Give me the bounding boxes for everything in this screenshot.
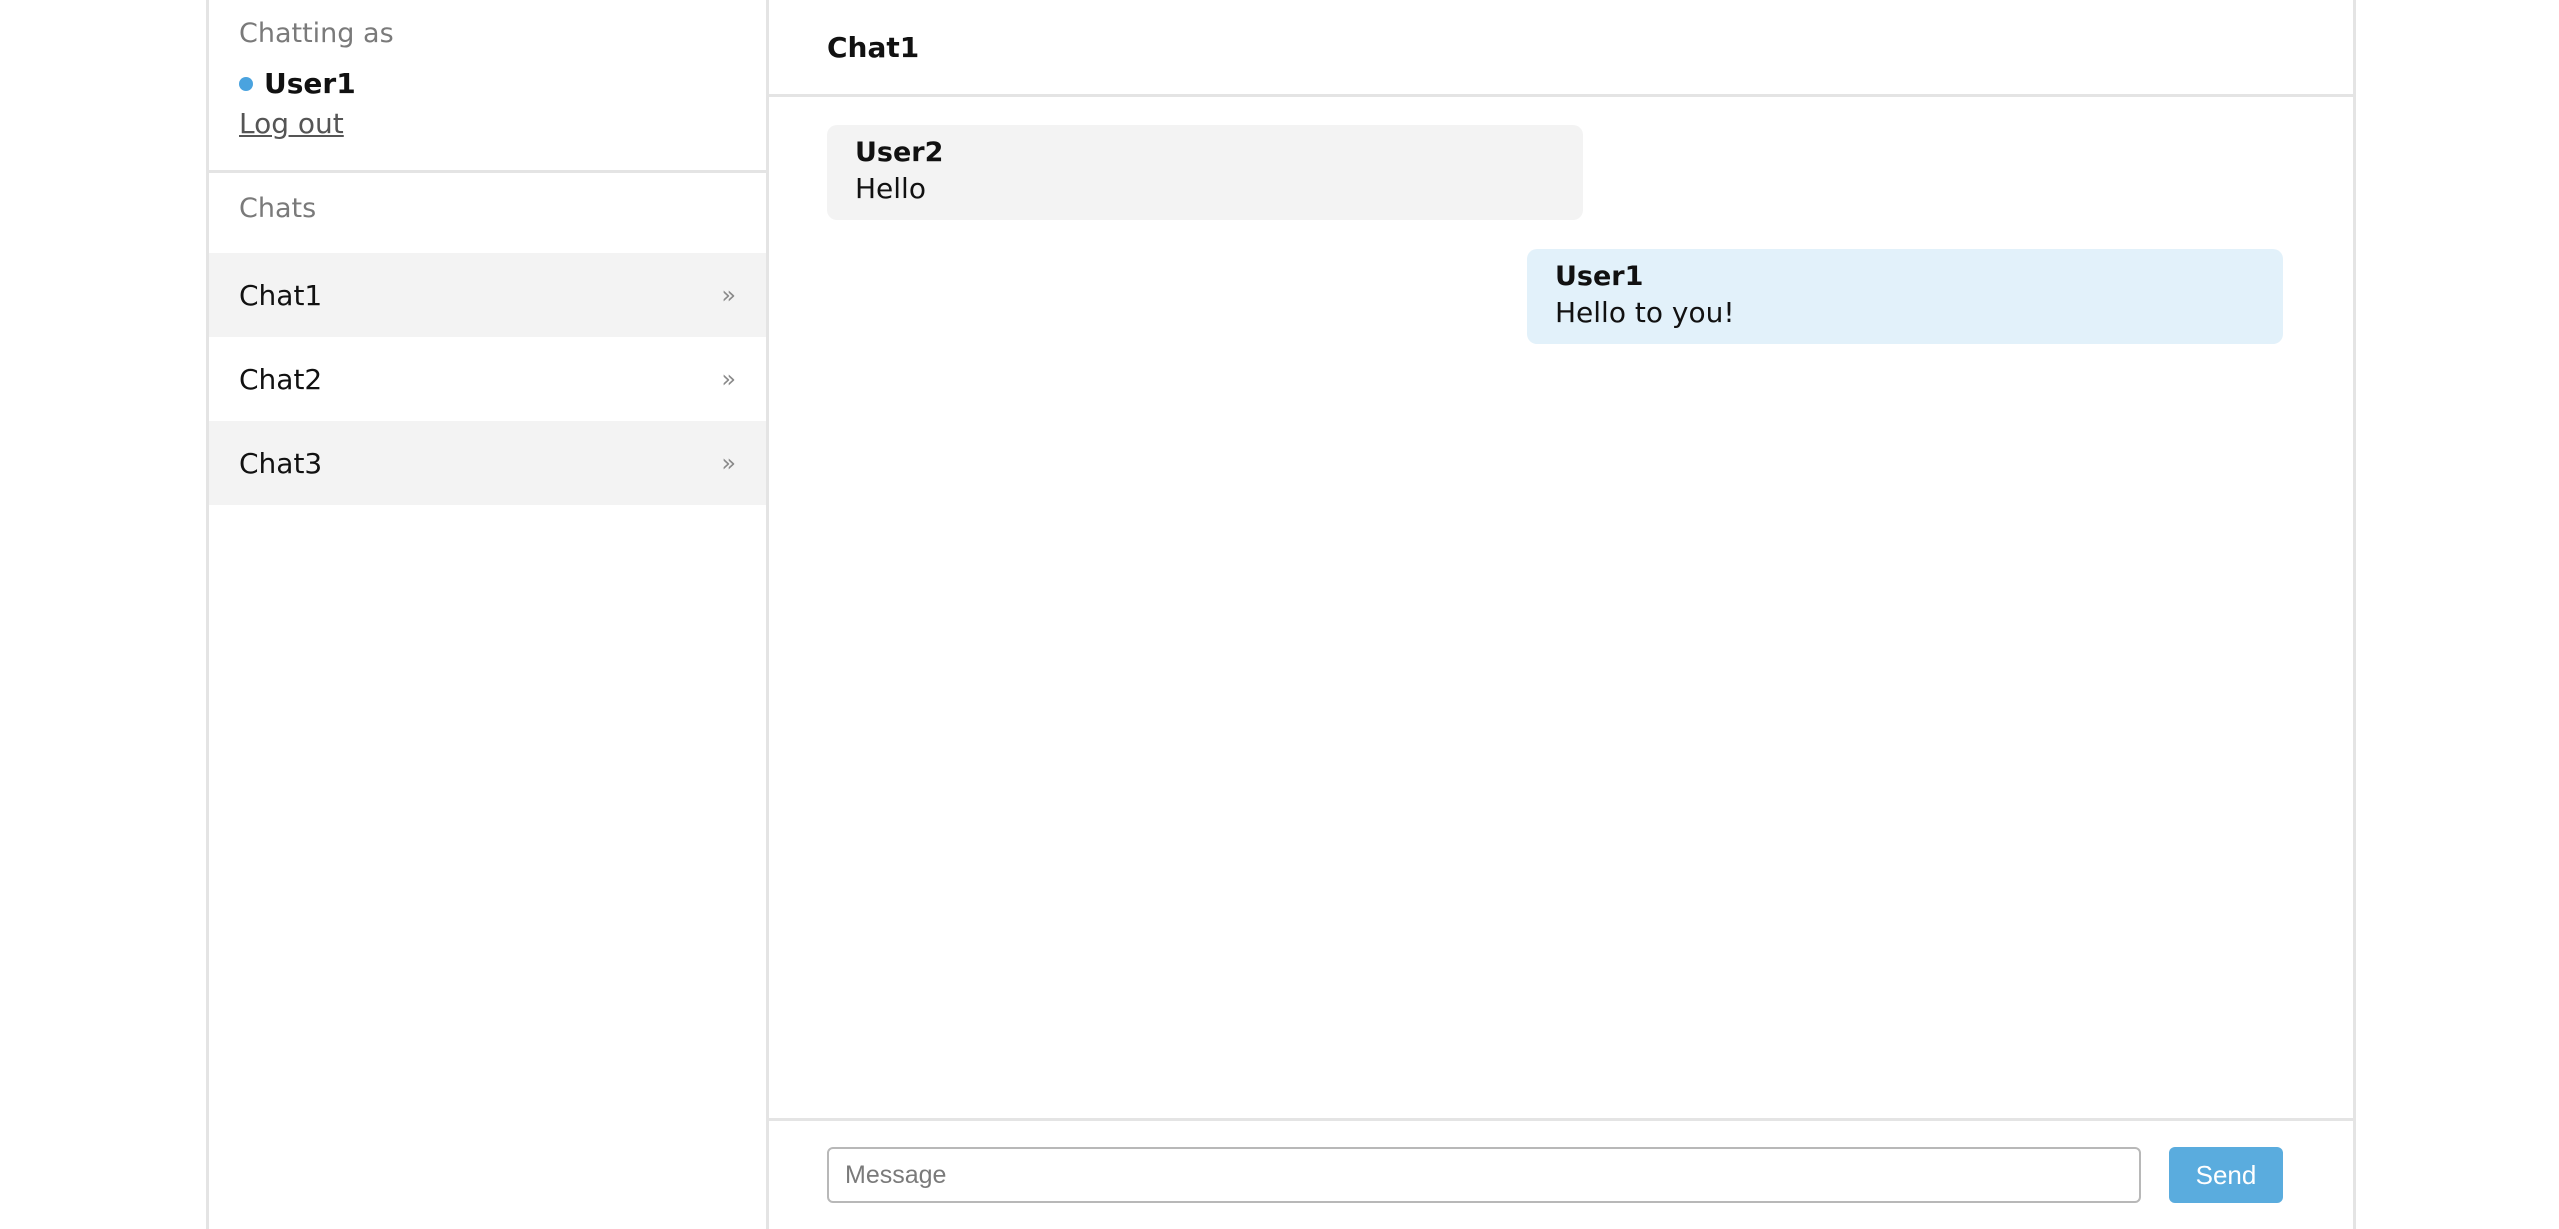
chatting-as-label: Chatting as	[239, 18, 394, 49]
chat-title: Chat1	[769, 0, 2353, 97]
message-text: Hello to you!	[1555, 296, 1735, 329]
chat-app: Chatting as User1 Log out Chats Chat1 » …	[206, 0, 2356, 1229]
logout-link[interactable]: Log out	[239, 106, 344, 142]
sidebar-item-chat3[interactable]: Chat3 »	[209, 421, 766, 505]
chat-item-label: Chat2	[239, 362, 323, 396]
send-button[interactable]: Send	[2169, 1147, 2283, 1203]
double-chevron-right-icon: »	[721, 449, 736, 477]
message-text: Hello	[855, 172, 926, 205]
chats-heading: Chats	[239, 193, 317, 224]
message-author: User2	[855, 137, 944, 168]
double-chevron-right-icon: »	[721, 281, 736, 309]
message-input[interactable]	[827, 1147, 2141, 1203]
message-bubble: User1 Hello to you!	[1527, 249, 2283, 344]
message-bubble: User2 Hello	[827, 125, 1583, 220]
current-user-name: User1	[264, 67, 356, 100]
current-user: User1	[239, 66, 736, 102]
chat-list: Chat1 » Chat2 » Chat3 »	[209, 253, 766, 505]
message-composer: Send	[769, 1118, 2353, 1229]
sidebar-item-chat2[interactable]: Chat2 »	[209, 337, 766, 421]
sidebar-item-chat1[interactable]: Chat1 »	[209, 253, 766, 337]
chat-item-label: Chat1	[239, 278, 323, 312]
message-author: User1	[1555, 261, 1644, 292]
message-list: User2 Hello User1 Hello to you!	[769, 97, 2353, 1118]
chat-pane: Chat1 User2 Hello User1 Hello to you! Se…	[769, 0, 2353, 1229]
chat-item-label: Chat3	[239, 446, 323, 480]
online-status-icon	[239, 77, 253, 91]
sidebar: Chatting as User1 Log out Chats Chat1 » …	[209, 0, 769, 1229]
double-chevron-right-icon: »	[721, 365, 736, 393]
user-panel: Chatting as User1 Log out	[209, 0, 766, 173]
